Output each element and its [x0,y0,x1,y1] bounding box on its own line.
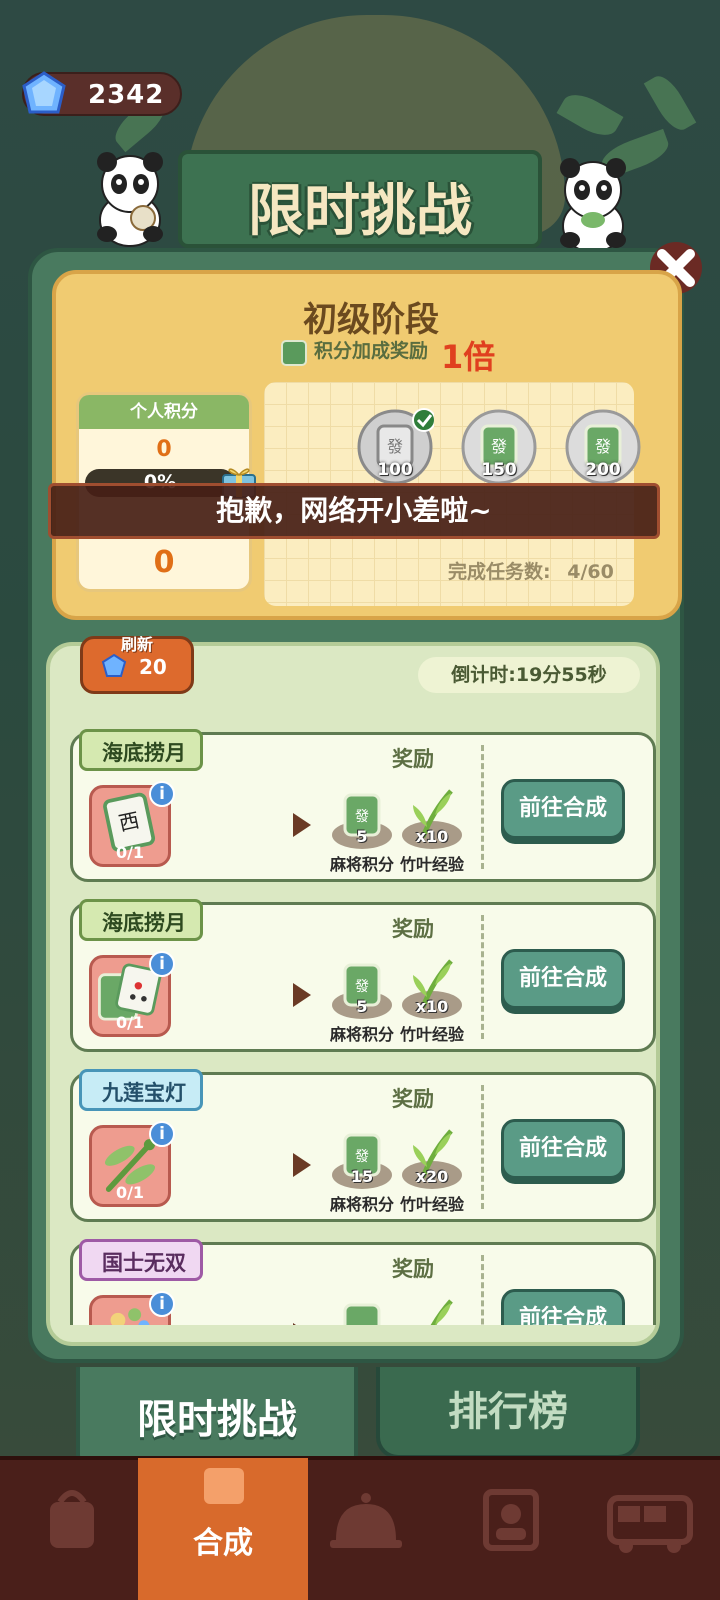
nav-item-service[interactable] [300,1476,430,1586]
refresh-button[interactable]: 刷新 20 [80,635,194,694]
reward-points-name: 麻将积分 [329,855,394,874]
go-merge-button[interactable]: 前往合成 [501,949,625,1009]
arrow-right-icon [293,1153,311,1177]
task-progress: 0/1 [115,1183,145,1202]
refresh-label: 刷新 [120,635,153,654]
reward-points-value: 15 [350,1167,374,1186]
divider [481,915,484,1039]
bag-icon [50,1490,94,1548]
divider [481,1255,484,1325]
task-card: 国士无双 i 奖励 前往合成 [70,1239,656,1325]
reward-points-name: 麻将积分 [329,1025,394,1044]
reward-exp-name: 竹叶经验 [399,1025,464,1044]
task-tag: 国士无双 [79,1239,203,1281]
service-bell-icon [330,1493,402,1548]
nav-item-chef[interactable] [446,1476,576,1586]
reward-exp-value: x10 [415,997,449,1016]
bus-icon [607,1495,693,1553]
mahjong-points-icon [281,340,307,366]
gem-count: 2342 [88,80,165,110]
divider [481,745,484,869]
stage-card: 初级阶段 积分加成奖励 1倍 个人积分 0 0% 0 發 100 發 150 發… [52,270,682,620]
reward-label: 奖励 [392,917,434,941]
tasks-completed-value: 4/60 [567,561,614,583]
svg-text:發: 發 [355,809,369,825]
title-banner: 限时挑战 [178,150,542,248]
reward-exp-name: 竹叶经验 [399,855,464,874]
second-score-value: 0 [153,545,175,580]
svg-text:發: 發 [355,1149,369,1165]
bonus-multiplier: 1倍 [441,338,496,376]
reward-points-value: 5 [356,827,368,846]
svg-text:發: 發 [387,437,403,456]
go-merge-button[interactable]: 前往合成 [501,1289,625,1325]
reward-label: 奖励 [392,1257,434,1281]
task-tag: 海底捞月 [79,729,203,771]
svg-text:發: 發 [491,437,507,456]
task-tag: 九莲宝灯 [79,1069,203,1111]
panda-mascot-right [560,158,626,253]
info-icon[interactable]: i [149,781,175,807]
svg-text:發: 發 [355,979,369,995]
tab-label: 排行榜 [448,1389,568,1435]
nav-item-bag[interactable] [6,1476,136,1586]
task-card: 九莲宝灯 0/1 i 奖励 發 15 麻将积分 x20 竹叶经验 前往合成 [70,1069,656,1222]
task-card: 海底捞月 0/1 i 奖励 發 5 麻将积分 x10 竹叶经验 前往合成 [70,899,656,1052]
panda-mascot-left [97,152,163,247]
task-progress: 0/1 [115,843,145,862]
reward-points-name: 麻将积分 [329,1195,394,1214]
network-error-toast: 抱歉，网络开小差啦~ [48,483,660,539]
tasks-completed-label: 完成任务数: [448,561,551,583]
countdown-timer: 倒计时:19分55秒 [418,657,640,693]
nav-label: 合成 [193,1526,253,1561]
mahjong-points-icon [343,1303,381,1325]
reward-points-value: 5 [356,997,368,1016]
task-list[interactable]: 海底捞月 西 0/1 i 奖励 發 5 麻将积分 x10 竹叶经验 前往合成 海… [50,700,656,1325]
arrow-right-icon [293,1323,311,1325]
nav-item-bus[interactable] [586,1476,716,1586]
reward-exp-name: 竹叶经验 [399,1195,464,1214]
reward-label: 奖励 [392,1087,434,1111]
diamond-icon [101,653,127,677]
info-icon[interactable]: i [149,1121,175,1147]
tab-leaderboard[interactable]: 排行榜 [376,1367,640,1459]
reward-exp-value: x10 [415,827,449,846]
nav-item-merge[interactable]: 合成 [158,1458,288,1568]
bamboo-leaf-icon [430,1299,453,1325]
svg-text:發: 發 [595,437,611,456]
tab-label: 限时挑战 [137,1397,297,1443]
tasks-completed: 完成任务数: 4/60 [448,557,614,584]
info-icon[interactable]: i [149,951,175,977]
chef-icon [483,1489,539,1551]
page-title: 限时挑战 [248,179,472,244]
milestone-value: 200 [585,460,621,480]
task-card: 海底捞月 西 0/1 i 奖励 發 5 麻将积分 x10 竹叶经验 前往合成 [70,729,656,882]
arrow-right-icon [293,813,311,837]
go-merge-button[interactable]: 前往合成 [501,779,625,839]
reward-exp-value: x20 [415,1167,449,1186]
diamond-icon [22,71,66,114]
arrow-right-icon [293,983,311,1007]
bonus-label: 积分加成奖励 [314,340,429,362]
task-tag: 海底捞月 [79,899,203,941]
personal-score-label: 个人积分 [79,395,249,429]
go-merge-button[interactable]: 前往合成 [501,1119,625,1179]
info-icon[interactable]: i [149,1291,175,1317]
stage-title: 初级阶段 [303,300,439,340]
reward-label: 奖励 [392,747,434,771]
task-progress: 0/1 [115,1013,145,1032]
personal-score-value: 0 [156,437,172,462]
refresh-cost: 20 [139,655,167,679]
divider [481,1085,484,1209]
milestone-value: 150 [481,460,517,480]
milestone-value: 100 [377,460,413,480]
